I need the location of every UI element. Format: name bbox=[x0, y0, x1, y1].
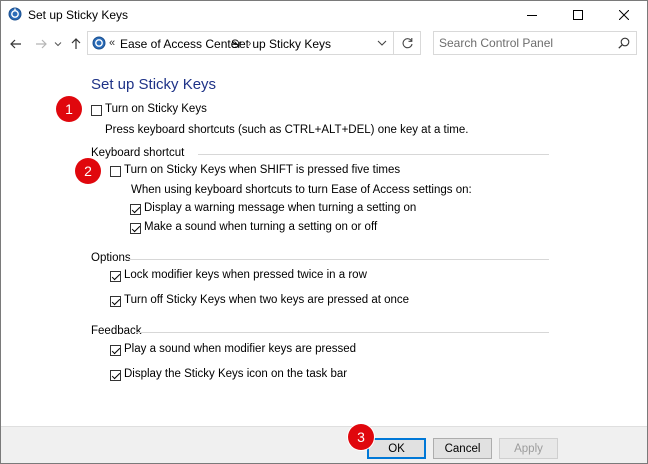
turn-on-sticky-keys-checkbox[interactable] bbox=[91, 105, 102, 116]
back-arrow-icon bbox=[10, 39, 21, 49]
step-badge-2: 2 bbox=[75, 158, 101, 184]
back-button[interactable] bbox=[8, 36, 24, 52]
feedback-divider bbox=[135, 332, 549, 333]
taskbar-icon-checkbox[interactable] bbox=[110, 370, 121, 381]
address-bar[interactable]: « Ease of Access Center › Set up Sticky … bbox=[87, 31, 394, 55]
step-badge-1: 1 bbox=[56, 96, 82, 122]
ok-button[interactable]: OK bbox=[367, 438, 426, 459]
options-divider bbox=[128, 259, 549, 260]
search-input[interactable] bbox=[434, 32, 614, 54]
cancel-button[interactable]: Cancel bbox=[433, 438, 492, 459]
close-button[interactable] bbox=[601, 1, 647, 29]
search-icon[interactable] bbox=[618, 37, 630, 52]
lock-modifier-keys-checkbox[interactable] bbox=[110, 271, 121, 282]
forward-arrow-icon bbox=[36, 39, 47, 49]
chevron-down-icon bbox=[54, 42, 62, 47]
apply-button[interactable]: Apply bbox=[499, 438, 558, 459]
search-box[interactable] bbox=[433, 31, 637, 55]
turn-off-two-keys-checkbox[interactable] bbox=[110, 296, 121, 307]
turn-off-two-keys-label[interactable]: Turn off Sticky Keys when two keys are p… bbox=[124, 294, 409, 306]
maximize-icon bbox=[573, 10, 583, 20]
keyboard-shortcut-heading: Keyboard shortcut bbox=[91, 147, 185, 159]
display-warning-label[interactable]: Display a warning message when turning a… bbox=[144, 202, 416, 214]
ease-of-access-icon bbox=[8, 7, 22, 21]
refresh-button[interactable] bbox=[394, 31, 421, 55]
lock-modifier-keys-label[interactable]: Lock modifier keys when pressed twice in… bbox=[124, 269, 367, 281]
dialog-button-bar: OK Cancel Apply bbox=[1, 426, 647, 463]
play-sound-label[interactable]: Play a sound when modifier keys are pres… bbox=[124, 343, 356, 355]
navigation-bar: « Ease of Access Center › Set up Sticky … bbox=[1, 29, 647, 59]
shift-five-times-checkbox[interactable] bbox=[110, 166, 121, 177]
forward-button[interactable] bbox=[33, 36, 49, 52]
turn-on-sticky-keys-label[interactable]: Turn on Sticky Keys bbox=[105, 103, 207, 115]
close-icon bbox=[619, 10, 629, 20]
address-overflow[interactable]: « bbox=[109, 37, 115, 49]
make-sound-label[interactable]: Make a sound when turning a setting on o… bbox=[144, 221, 377, 233]
control-panel-icon bbox=[92, 36, 106, 50]
minimize-icon bbox=[527, 15, 537, 16]
refresh-icon bbox=[402, 37, 413, 48]
window-title: Set up Sticky Keys bbox=[28, 8, 129, 22]
up-arrow-icon bbox=[71, 38, 81, 49]
options-heading: Options bbox=[91, 252, 131, 264]
make-sound-checkbox[interactable] bbox=[130, 223, 141, 234]
display-warning-checkbox[interactable] bbox=[130, 204, 141, 215]
breadcrumb-set-up-sticky-keys[interactable]: Set up Sticky Keys bbox=[231, 37, 331, 51]
feedback-heading: Feedback bbox=[91, 325, 142, 337]
taskbar-icon-label[interactable]: Display the Sticky Keys icon on the task… bbox=[124, 368, 347, 380]
recent-locations-button[interactable] bbox=[52, 36, 64, 52]
chevron-down-icon bbox=[377, 40, 387, 46]
address-dropdown-button[interactable] bbox=[377, 36, 387, 53]
breadcrumb-ease-of-access-center[interactable]: Ease of Access Center bbox=[120, 37, 241, 51]
maximize-button[interactable] bbox=[555, 1, 601, 29]
sticky-keys-window: Set up Sticky Keys « Ease of Access Cent… bbox=[0, 0, 648, 464]
up-button[interactable] bbox=[68, 36, 84, 52]
step-badge-3: 3 bbox=[348, 424, 374, 450]
page-title: Set up Sticky Keys bbox=[91, 76, 217, 93]
title-bar: Set up Sticky Keys bbox=[1, 1, 647, 29]
keyboard-shortcut-divider bbox=[198, 154, 549, 155]
minimize-button[interactable] bbox=[509, 1, 555, 29]
turn-on-description: Press keyboard shortcuts (such as CTRL+A… bbox=[105, 124, 469, 136]
play-sound-checkbox[interactable] bbox=[110, 345, 121, 356]
shortcut-note: When using keyboard shortcuts to turn Ea… bbox=[131, 184, 472, 196]
shift-five-times-label[interactable]: Turn on Sticky Keys when SHIFT is presse… bbox=[124, 164, 400, 176]
